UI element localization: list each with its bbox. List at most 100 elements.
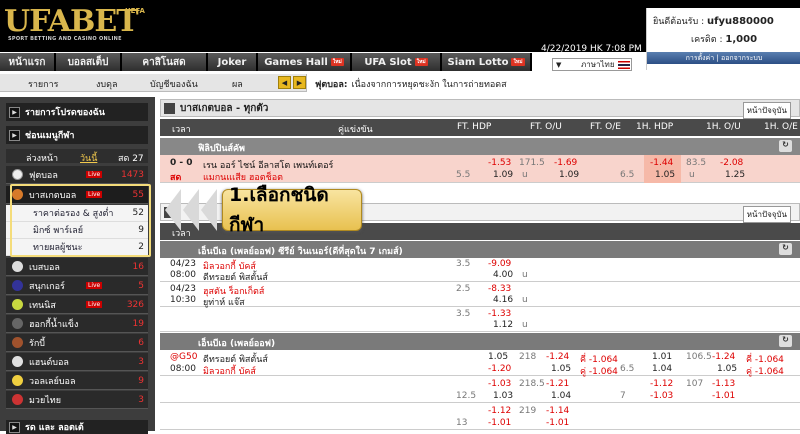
menu-balance[interactable]: งบดุล	[96, 77, 117, 91]
sport-name: มวยไทย	[29, 395, 61, 406]
menu-bets[interactable]: รายการ	[28, 77, 59, 91]
odds-value[interactable]: -1.20	[488, 364, 511, 374]
odds-value[interactable]: -8.33	[488, 284, 511, 294]
settings-link[interactable]: การตั้งค่า	[686, 53, 715, 64]
league-name: เอ็นบีเอ (เพลย์ออฟ) ซีรีย์ วินเนอร์(ดีที…	[198, 247, 403, 257]
odds-value[interactable]: -1.01	[488, 418, 511, 428]
odds-panel: บาสเกตบอล - ทุกตัว หน้าปัจจุบัน เวลา คู่แ…	[160, 97, 800, 431]
refresh-icon[interactable]: ↻	[779, 243, 792, 255]
tab-label: Joker	[217, 56, 247, 68]
refresh-icon[interactable]: ↻	[779, 335, 792, 347]
tab-home[interactable]: หน้าแรก	[0, 53, 56, 71]
handball-icon	[12, 356, 23, 367]
odds-value[interactable]: 4.00	[493, 270, 513, 280]
odds-value[interactable]: 1.04	[551, 391, 571, 401]
under-marker: u	[522, 170, 528, 180]
tab-casino[interactable]: คาสิโนสด	[122, 53, 208, 71]
sidebar-footer[interactable]: ▶ รด และ ลอตเต้	[6, 420, 148, 434]
sport-count: 6	[138, 337, 144, 348]
odds-value[interactable]: -1.14	[546, 406, 569, 416]
odds-value[interactable]: 1.05	[717, 364, 737, 374]
col-match: คู่แข่งขัน	[338, 125, 373, 135]
handicap-line: 6.5	[620, 364, 635, 374]
arrow-right-icon[interactable]: ▶	[293, 76, 306, 89]
favorites-button[interactable]: ▶ รายการโปรดของฉัน	[6, 103, 148, 121]
ticker-label: ฟุตบอล:	[315, 80, 348, 90]
tab-early[interactable]: ล่วงหน้า	[26, 151, 58, 165]
sport-name: ฮอกกี้น้ำแข็ง	[29, 319, 79, 330]
odds-value[interactable]: -1.01	[546, 418, 569, 428]
odds-value[interactable]: -1.24	[712, 352, 735, 362]
logout-link[interactable]: ออกจากระบบ	[721, 53, 762, 64]
odds-value[interactable]: 1.09	[493, 170, 513, 180]
sport-football[interactable]: ฟุตบอล Live 1473	[6, 166, 148, 184]
sport-count: 1473	[121, 169, 144, 180]
handicap-line: 7	[620, 391, 626, 401]
brand-logo[interactable]: UFABET UEFA SPORT BETTING AND CASINO ONL…	[4, 4, 174, 46]
col-1h-hdp: 1H. HDP	[636, 122, 674, 132]
tab-live[interactable]: สด 27	[118, 151, 144, 165]
odds-value[interactable]: 1.05	[488, 352, 508, 362]
odds-value[interactable]: -1.33	[488, 309, 511, 319]
tab-joker[interactable]: Joker	[208, 53, 258, 71]
section-title-text: บาสเกตบอล - ทุกตัว	[180, 102, 269, 114]
odds-value[interactable]: -2.08	[720, 158, 743, 168]
odds-value[interactable]: -9.09	[488, 259, 511, 269]
odds-value[interactable]: -1.03	[488, 379, 511, 389]
sport-snooker[interactable]: สนุกเกอร์ Live 5	[6, 277, 148, 295]
odds-value[interactable]: 1.09	[559, 170, 579, 180]
menu-account[interactable]: บัญชีของฉัน	[150, 77, 198, 91]
odds-value[interactable]: -1.13	[712, 379, 735, 389]
refresh-icon[interactable]: ↻	[779, 140, 792, 152]
odds-value[interactable]: 4.16	[493, 295, 513, 305]
refresh-now-button[interactable]: หน้าปัจจุบัน	[742, 102, 791, 119]
sport-tennis[interactable]: เทนนิส Live 326	[6, 296, 148, 314]
refresh-now-button[interactable]: หน้าปัจจุบัน	[742, 206, 791, 223]
team-b[interactable]: ยูท่าห์ แจ๊ส	[203, 295, 245, 309]
sports-menu-label: ช่อนเมนูกีฬา	[25, 131, 75, 141]
arrow-left-icon[interactable]: ◀	[278, 76, 291, 89]
tab-ufa-slot[interactable]: UFA Slot ใหม่	[352, 53, 442, 71]
odds-value[interactable]: -1.01	[712, 391, 735, 401]
odds-value[interactable]: -1.12	[650, 379, 673, 389]
odds-value[interactable]: -1.12	[488, 406, 511, 416]
sport-count: 3	[138, 394, 144, 405]
tab-label: Games Hall	[264, 56, 328, 68]
odds-value[interactable]: 1.03	[493, 391, 513, 401]
username: ufyu880000	[707, 16, 774, 27]
tab-step[interactable]: บอลสเต็ป	[56, 53, 122, 71]
odds-value[interactable]: 1.05	[551, 364, 571, 374]
sport-ice-hockey[interactable]: ฮอกกี้น้ำแข็ง 19	[6, 315, 148, 333]
odd-even-value[interactable]: คู่ -1.064	[580, 364, 618, 378]
odds-value[interactable]: -1.69	[554, 158, 577, 168]
total-line: 218	[519, 352, 537, 362]
odds-value[interactable]: 1.01	[652, 352, 672, 362]
sport-rugby[interactable]: รักบี้ 6	[6, 334, 148, 352]
odds-value[interactable]: -1.53	[488, 158, 511, 168]
away-team[interactable]: มิลวอกกี้ บัคส์	[203, 364, 256, 378]
odds-value[interactable]: 1.12	[493, 320, 513, 330]
sports-menu-toggle[interactable]: ▶ ช่อนเมนูกีฬา	[6, 126, 148, 144]
tab-today[interactable]: วันนี้	[80, 151, 97, 165]
sport-muay-thai[interactable]: มวยไทย 3	[6, 391, 148, 409]
tab-games-hall[interactable]: Games Hall ใหม่	[258, 53, 352, 71]
sport-volleyball[interactable]: วอลเลย์บอล 9	[6, 372, 148, 390]
odds-value[interactable]: -1.21	[546, 379, 569, 389]
language-select[interactable]: ▼ ภาษาไทย	[552, 58, 632, 71]
sport-baseball[interactable]: เบสบอล 16	[6, 258, 148, 276]
odds-value[interactable]: 1.05	[655, 170, 675, 180]
odds-value[interactable]: 1.25	[725, 170, 745, 180]
odd-even-value[interactable]: คู่ -1.064	[746, 364, 784, 378]
tab-siam-lotto[interactable]: Siam Lotto ใหม่	[442, 53, 532, 71]
odds-value[interactable]: -1.03	[650, 391, 673, 401]
outright-row: 04/23 08:00 มิลวอกกี้ บัคส์ ดีทรอยต์ พิส…	[160, 258, 800, 284]
favorites-label: รายการโปรดของฉัน	[25, 108, 105, 118]
odds-value[interactable]: 1.04	[652, 364, 672, 374]
language-label: ภาษาไทย	[581, 60, 615, 69]
sport-handball[interactable]: แฮนด์บอล 3	[6, 353, 148, 371]
team-b[interactable]: ดีทรอยต์ พิสตั้นส์	[203, 270, 268, 284]
volleyball-icon	[12, 375, 23, 386]
odds-value[interactable]: -1.24	[546, 352, 569, 362]
odds-value[interactable]: -1.44	[650, 158, 673, 168]
menu-results[interactable]: ผล	[232, 77, 243, 91]
